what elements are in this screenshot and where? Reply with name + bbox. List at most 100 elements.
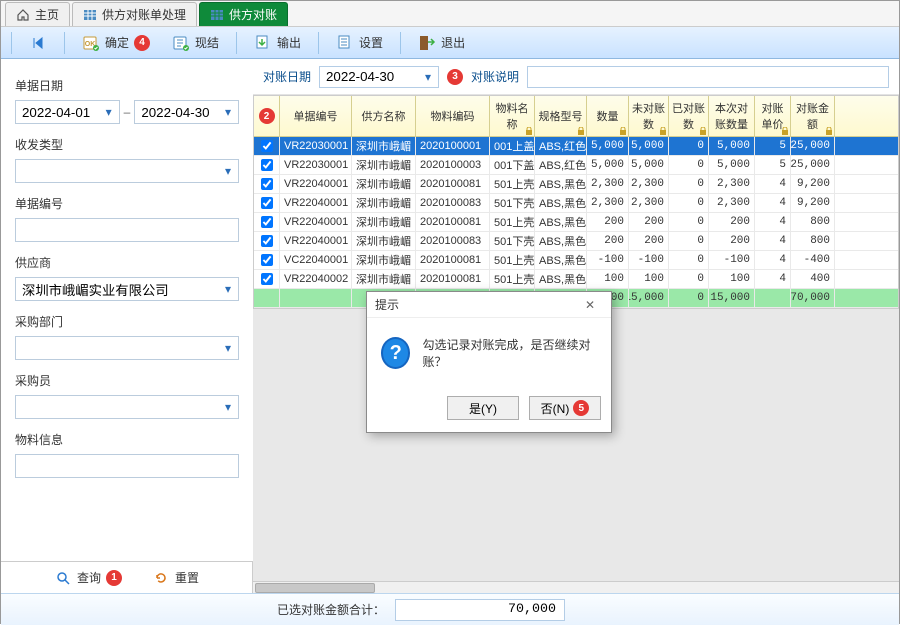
row-check[interactable] (254, 156, 280, 174)
type-input[interactable] (15, 159, 239, 183)
table-row[interactable]: VR22040001深圳市峨嵋2020100083501下壳ABS,黑色2,30… (254, 194, 898, 213)
supplier-combo[interactable]: ▾ (15, 277, 239, 301)
recon-date-input[interactable] (319, 66, 439, 88)
cell-docno: VR22040002 (280, 270, 352, 288)
col-unreconciled[interactable]: 未对账数 (629, 96, 669, 136)
status-bar: 已选对账金额合计： (1, 593, 899, 625)
date-to-combo[interactable]: ▾ (134, 100, 239, 124)
cell-unrec: 100 (629, 270, 669, 288)
tab-reconcile-process[interactable]: 供方对账单处理 (72, 2, 197, 26)
cell-unrec: 200 (629, 232, 669, 250)
date-from-input[interactable] (15, 100, 120, 124)
query-button[interactable]: 查询 1 (54, 569, 122, 587)
reset-button[interactable]: 重置 (152, 569, 199, 587)
query-badge: 1 (106, 570, 122, 586)
confirm-button[interactable]: OK 确定 4 (73, 30, 159, 56)
recon-date-combo[interactable]: ▾ (319, 66, 439, 88)
recon-desc-input[interactable] (527, 66, 889, 88)
col-supplier[interactable]: 供方名称 (352, 96, 416, 136)
recon-date-badge: 3 (447, 69, 463, 85)
filter-bar: 对账日期 ▾ 3 对账说明 (253, 59, 899, 95)
exit-button[interactable]: 退出 (409, 30, 474, 56)
grid-icon (83, 8, 97, 22)
recon-desc-label: 对账说明 (471, 68, 519, 85)
row-check[interactable] (254, 137, 280, 155)
col-spec[interactable]: 规格型号 (535, 96, 587, 136)
cell-unrec: 5,000 (629, 137, 669, 155)
date-from-combo[interactable]: ▾ (15, 100, 120, 124)
row-check[interactable] (254, 194, 280, 212)
data-grid: 2 单据编号 供方名称 物料编码 物料名称 规格型号 数量 未对账数 已对账数 … (253, 95, 899, 309)
dept-input[interactable] (15, 336, 239, 360)
col-check[interactable]: 2 (254, 96, 280, 136)
table-row[interactable]: VR22040001深圳市峨嵋2020100081501上壳ABS,黑色2,30… (254, 175, 898, 194)
dept-combo[interactable]: ▾ (15, 336, 239, 360)
cell-price: 4 (755, 213, 791, 231)
row-check[interactable] (254, 232, 280, 250)
date-to-input[interactable] (134, 100, 239, 124)
yes-button[interactable]: 是(Y) (447, 396, 519, 420)
toolbar: OK 确定 4 现结 输出 设置 退出 (1, 27, 899, 59)
search-icon (54, 569, 72, 587)
col-current-qty[interactable]: 本次对账数量 (709, 96, 755, 136)
buyer-input[interactable] (15, 395, 239, 419)
grid-body: VR22030001深圳市峨嵋2020100001001上盖ABS,红色5,00… (254, 137, 898, 289)
cell-docno: VR22030001 (280, 156, 352, 174)
col-reconciled[interactable]: 已对账数 (669, 96, 709, 136)
cell-spec: ABS,黑色 (535, 213, 587, 231)
first-icon (29, 34, 47, 52)
first-record-button[interactable] (20, 30, 56, 56)
cell-price: 4 (755, 175, 791, 193)
cell-rec: 0 (669, 137, 709, 155)
export-button[interactable]: 输出 (245, 30, 310, 56)
range-dash: – (124, 105, 131, 119)
cell-unrec: 2,300 (629, 175, 669, 193)
buyer-label: 采购员 (15, 372, 239, 389)
table-row[interactable]: VR22030001深圳市峨嵋2020100003001下盖ABS,红色5,00… (254, 156, 898, 175)
table-row[interactable]: VR22030001深圳市峨嵋2020100001001上盖ABS,红色5,00… (254, 137, 898, 156)
table-row[interactable]: VR22040002深圳市峨嵋2020100081501上壳ABS,黑色1001… (254, 270, 898, 289)
material-input[interactable] (15, 454, 239, 478)
table-row[interactable]: VC22040001深圳市峨嵋2020100081501上壳ABS,黑色-100… (254, 251, 898, 270)
col-material-name[interactable]: 物料名称 (490, 96, 535, 136)
col-qty[interactable]: 数量 (587, 96, 629, 136)
no-button[interactable]: 否(N)5 (529, 396, 601, 420)
type-combo[interactable]: ▾ (15, 159, 239, 183)
settings-button[interactable]: 设置 (327, 30, 392, 56)
docno-input[interactable] (15, 218, 239, 242)
lock-icon (781, 127, 789, 135)
cell-spec: ABS,黑色 (535, 232, 587, 250)
row-check[interactable] (254, 213, 280, 231)
sidebar-footer: 查询 1 重置 (1, 561, 252, 593)
col-material-code[interactable]: 物料编码 (416, 96, 490, 136)
dialog-message: 勾选记录对账完成，是否继续对账？ (422, 336, 597, 370)
close-button[interactable]: ✕ (577, 295, 603, 315)
horizontal-scrollbar[interactable] (253, 581, 899, 593)
cell-spec: ABS,红色 (535, 156, 587, 174)
cell-price: 5 (755, 137, 791, 155)
buyer-combo[interactable]: ▾ (15, 395, 239, 419)
cell-curqty: 100 (709, 270, 755, 288)
cell-spec: ABS,黑色 (535, 175, 587, 193)
cell-curqty: -100 (709, 251, 755, 269)
cell-qty: 200 (587, 232, 629, 250)
cell-supplier: 深圳市峨嵋 (352, 156, 416, 174)
tab-home[interactable]: 主页 (5, 2, 70, 26)
row-check[interactable] (254, 270, 280, 288)
row-check[interactable] (254, 251, 280, 269)
scrollbar-thumb[interactable] (255, 583, 375, 593)
button-label: 查询 (77, 569, 101, 586)
cell-unrec: 2,300 (629, 194, 669, 212)
cell-price: 5 (755, 156, 791, 174)
settle-button[interactable]: 现结 (163, 30, 228, 56)
col-amount[interactable]: 对账金额 (791, 96, 835, 136)
cell-matcode: 2020100081 (416, 213, 490, 231)
table-row[interactable]: VR22040001深圳市峨嵋2020100083501下壳ABS,黑色2002… (254, 232, 898, 251)
tab-reconcile[interactable]: 供方对账 (199, 2, 288, 26)
col-price[interactable]: 对账单价 (755, 96, 791, 136)
supplier-input[interactable] (15, 277, 239, 301)
table-row[interactable]: VR22040001深圳市峨嵋2020100081501上壳ABS,黑色2002… (254, 213, 898, 232)
col-docno[interactable]: 单据编号 (280, 96, 352, 136)
status-total-input[interactable] (395, 599, 565, 621)
row-check[interactable] (254, 175, 280, 193)
